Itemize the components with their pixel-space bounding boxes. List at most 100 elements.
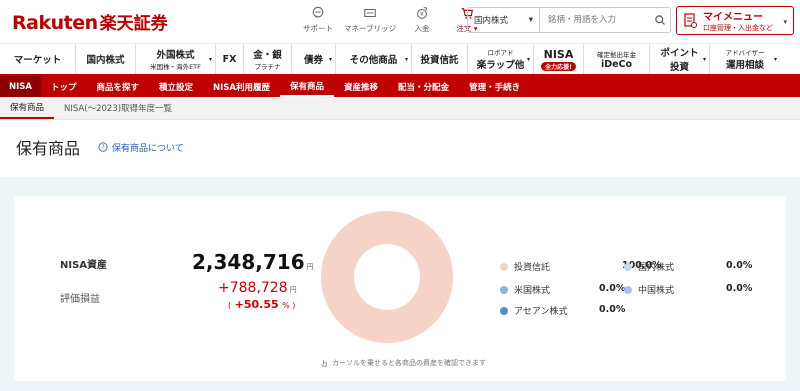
pct-open: (	[228, 301, 232, 310]
nav-nisa[interactable]: NISA 全力応援!	[534, 44, 584, 74]
page-title: 保有商品	[16, 139, 81, 158]
support-label: サポート	[303, 24, 333, 33]
nisa-badge: 全力応援!	[541, 61, 576, 71]
help-link[interactable]: ? 保有商品について	[98, 141, 184, 154]
search-icon	[655, 15, 665, 25]
search-category-select[interactable]: 国内株式 ▾	[468, 8, 540, 32]
moneybridge-label: マネーブリッジ	[343, 24, 397, 33]
subnav-find-products[interactable]: 商品を探す	[87, 76, 150, 97]
nav-point-investment[interactable]: ポイント 投資 ▾	[650, 44, 710, 74]
help-icon: ?	[98, 142, 108, 152]
chevron-down-icon: ▾	[773, 56, 777, 63]
legend-percent: 0.0%	[726, 260, 753, 271]
page-title-row: 保有商品 ? 保有商品について	[0, 120, 800, 174]
nav-other-products[interactable]: その他商品 ▾	[336, 44, 412, 74]
nav-label: ロボアド	[487, 49, 514, 57]
legend-label: 投資信託	[514, 263, 551, 273]
nav-sublabel: プラチナ	[254, 63, 281, 71]
nav-label: アドバイザー	[725, 49, 765, 57]
nav-sublabel: iDeCo	[600, 58, 633, 70]
pl-label: 評価損益	[60, 294, 100, 305]
nisa-asset-value: 2,348,716 円	[192, 250, 314, 274]
legend-swatch	[624, 285, 632, 294]
nav-investment-trusts[interactable]: 投資信託	[412, 44, 468, 74]
deposit-link[interactable]: ¥ 入金	[400, 6, 444, 34]
nav-label: NISA	[543, 47, 574, 61]
chevron-down-icon: ▾	[528, 15, 533, 25]
chevron-down-icon: ▾	[702, 56, 706, 63]
legend-label: 米国株式	[514, 286, 551, 296]
nav-label: FX	[222, 53, 237, 65]
legend-label: アセアン株式	[514, 307, 568, 317]
subnav-nisa-history[interactable]: NISA利用履歴	[203, 76, 280, 97]
legend-swatch	[500, 306, 508, 315]
nav-foreign-stocks[interactable]: 外国株式 米国株・海外ETF ▾	[136, 44, 216, 74]
subnav-dividends[interactable]: 配当・分配金	[388, 76, 459, 97]
subnav-management[interactable]: 管理・手続き	[459, 76, 530, 97]
support-icon	[312, 6, 324, 18]
tertiary-tabs: 保有商品 NISA(〜2023)取得年度一覧	[0, 97, 800, 120]
document-icon	[684, 12, 697, 28]
chevron-down-icon: ▾	[526, 56, 530, 63]
nav-label: その他商品	[349, 55, 398, 66]
yen-unit: 円	[306, 263, 314, 271]
nisa-subnav: NISA トップ 商品を探す 積立設定 NISA利用履歴 保有商品 資産推移 配…	[0, 76, 800, 97]
nav-ideco[interactable]: 確定拠出年金 iDeCo	[584, 44, 650, 74]
svg-text:¥: ¥	[420, 11, 424, 18]
nav-sublabel: 運用相談	[725, 60, 764, 71]
nav-label: 債券	[303, 55, 323, 66]
legend-percent: 0.0%	[599, 304, 626, 315]
main-nav: マーケット 国内株式 外国株式 米国株・海外ETF ▾ FX 金・銀 プラチナ 債券 ▾…	[0, 44, 800, 76]
legend-item: 国内株式	[624, 260, 674, 273]
nav-bonds[interactable]: 債券 ▾	[292, 44, 336, 74]
legend-swatch	[500, 262, 508, 271]
legend-swatch	[500, 285, 508, 294]
cursor-hand-icon	[321, 359, 327, 367]
legend-percent: 0.0%	[726, 283, 753, 294]
subnav-recurring-settings[interactable]: 積立設定	[149, 76, 203, 97]
nav-label: 外国株式	[156, 50, 195, 61]
my-menu-button[interactable]: マイメニュー 口座管理・入出金など ▾	[676, 6, 794, 35]
nav-sublabel: 楽ラップ他	[476, 60, 525, 71]
search-input[interactable]	[540, 15, 650, 25]
summary-card: NISA資産 2,348,716 円 評価損益 +788,728 円 ( +50.5…	[14, 196, 786, 381]
donut-slice-0[interactable]	[321, 211, 453, 343]
nav-market[interactable]: マーケット	[0, 44, 76, 74]
pct-close: )	[292, 301, 296, 310]
allocation-donut-chart[interactable]	[320, 210, 454, 344]
nav-fx[interactable]: FX	[216, 44, 244, 74]
nav-label: 投資信託	[420, 55, 459, 66]
support-link[interactable]: サポート	[296, 6, 340, 34]
tab-nisa-yearly-list[interactable]: NISA(〜2023)取得年度一覧	[54, 97, 182, 119]
subnav-top[interactable]: トップ	[41, 76, 87, 97]
search-box: 国内株式 ▾	[467, 7, 671, 33]
nisa-asset-label: NISA資産	[60, 260, 108, 271]
search-button[interactable]	[650, 14, 670, 26]
chevron-down-icon: ▾	[404, 56, 408, 63]
search-category-value: 国内株式	[474, 16, 509, 26]
legend-item: アセアン株式	[500, 304, 567, 317]
nav-gold-silver[interactable]: 金・銀 プラチナ	[244, 44, 292, 74]
pl-percent: ( +50.55 % )	[228, 298, 296, 311]
logo-jp: 楽天証券	[99, 14, 168, 34]
nav-sublabel: 米国株・海外ETF	[150, 63, 201, 71]
nav-advisor[interactable]: アドバイザー 運用相談 ▾	[710, 44, 780, 74]
legend-item: 中国株式	[624, 283, 674, 296]
rakuten-logo[interactable]: Rakuten 楽天証券	[12, 9, 168, 34]
header: Rakuten 楽天証券 サポート マネーブリッジ ¥ 入金 注文 ▾ 国内株式 …	[0, 0, 800, 44]
subnav-asset-trend[interactable]: 資産推移	[334, 76, 388, 97]
legend-item: 投資信託	[500, 260, 550, 273]
tab-holdings[interactable]: 保有商品	[0, 97, 55, 119]
pct-unit: %	[282, 301, 290, 310]
pl-value: +788,728 円	[218, 280, 297, 296]
moneybridge-link[interactable]: マネーブリッジ	[344, 6, 396, 34]
chevron-down-icon: ▾	[783, 18, 787, 26]
nav-domestic-stocks[interactable]: 国内株式	[76, 44, 136, 74]
deposit-icon: ¥	[417, 7, 427, 19]
nav-label: 金・銀	[253, 50, 282, 61]
nav-label: マーケット	[13, 55, 62, 66]
bank-icon	[364, 8, 376, 18]
nav-label: 確定拠出年金	[597, 50, 636, 59]
subnav-holdings[interactable]: 保有商品	[280, 76, 335, 97]
nav-roboadvisor[interactable]: ロボアド楽ラップ他 ▾	[468, 44, 534, 74]
